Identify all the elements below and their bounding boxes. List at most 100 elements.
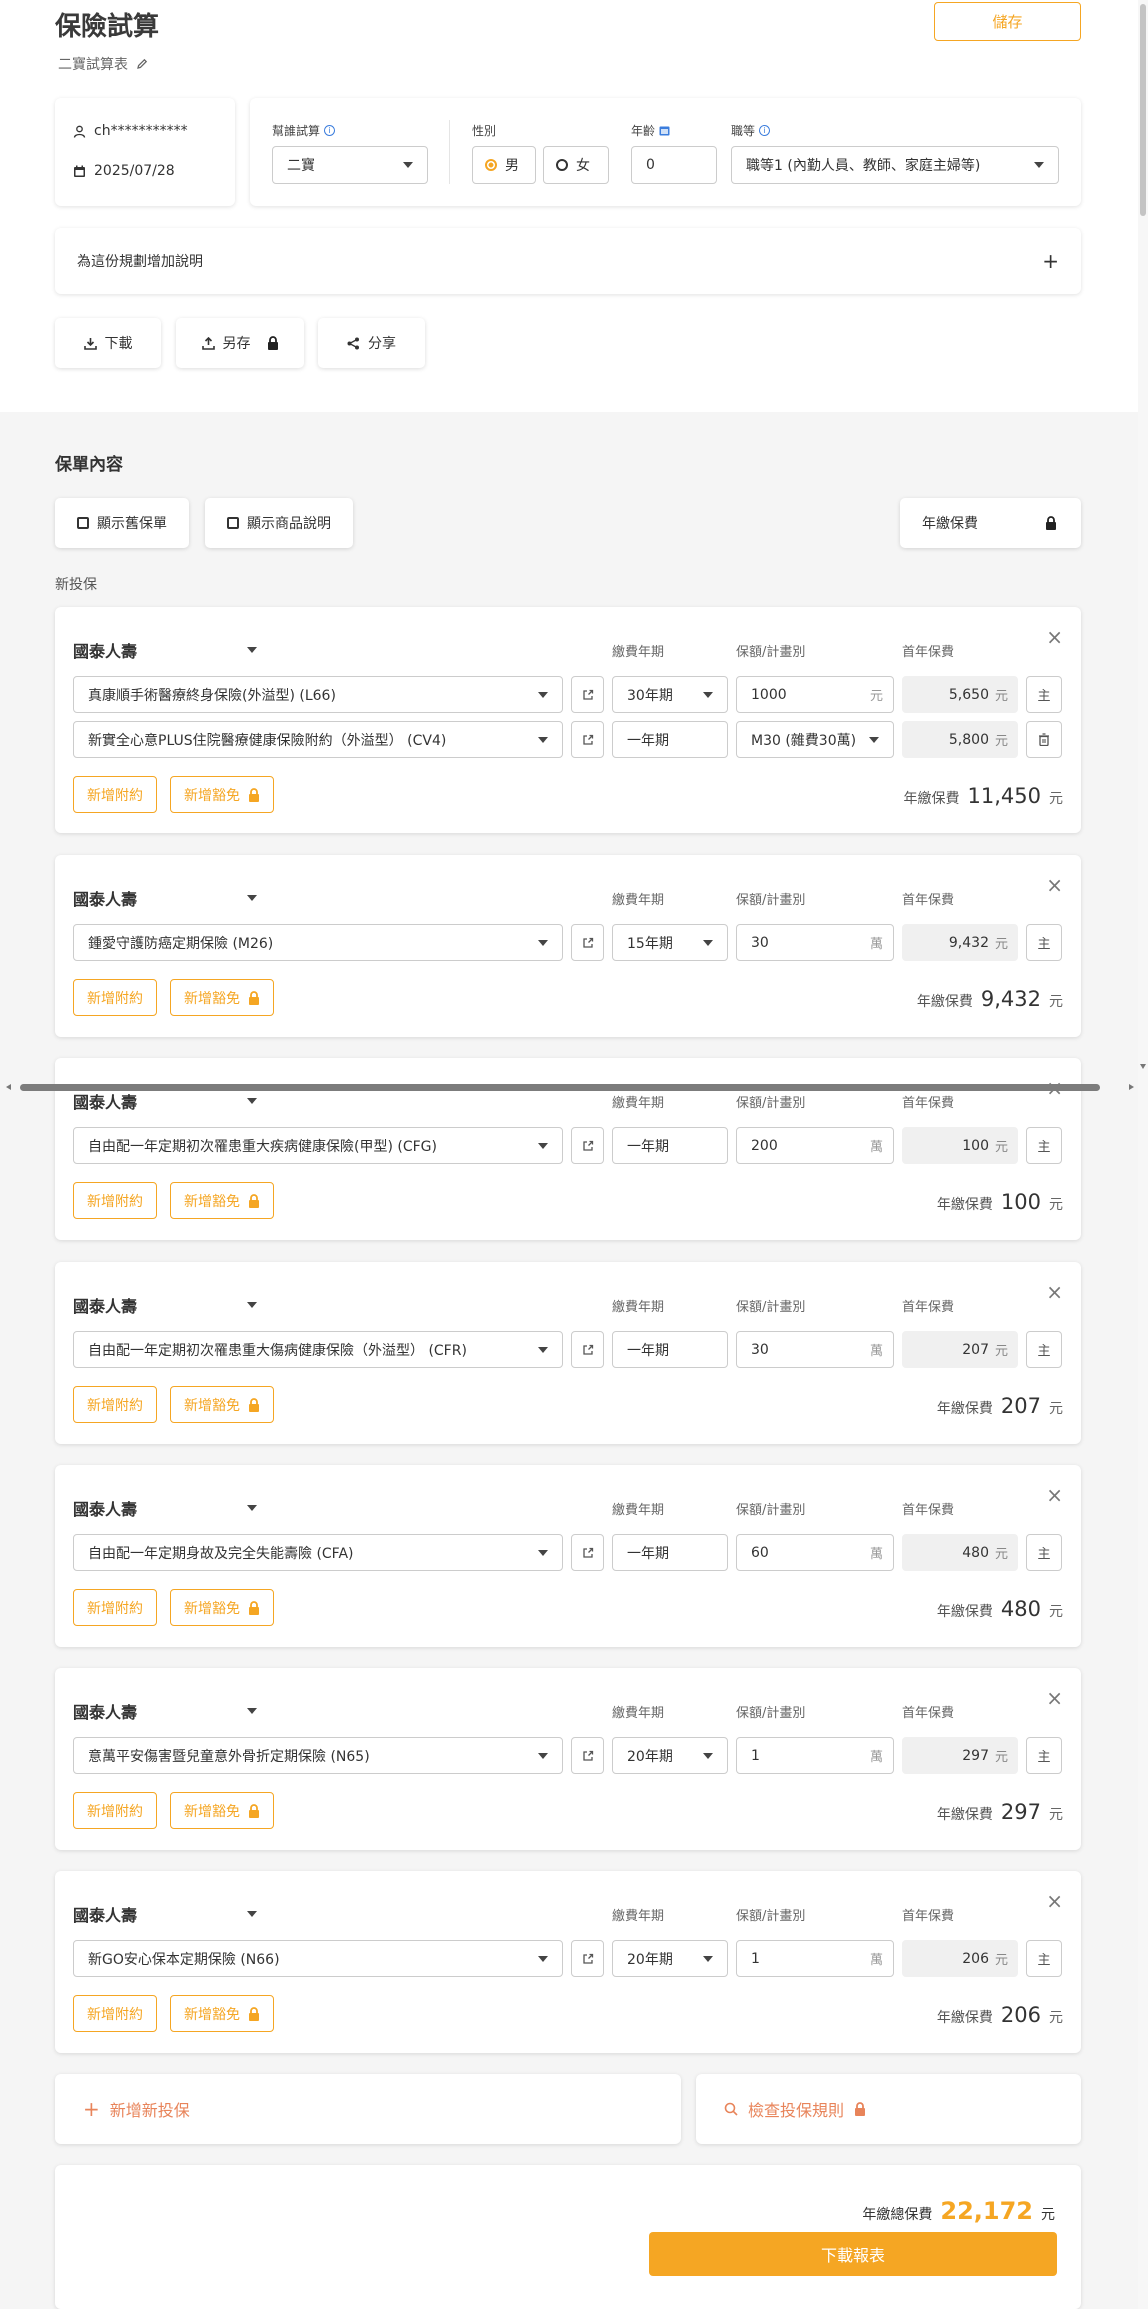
product-select[interactable]: 自由配一年定期身故及完全失能壽險 (CFA) — [73, 1534, 563, 1571]
share-button[interactable]: 分享 — [318, 318, 425, 368]
pencil-icon[interactable] — [136, 58, 148, 70]
annual-total-value: 207 — [1000, 1394, 1041, 1418]
product-select[interactable]: 自由配一年定期初次罹患重大傷病健康保險（外溢型） (CFR) — [73, 1331, 563, 1368]
plus-icon[interactable]: + — [1042, 249, 1059, 273]
amount-value: 60 — [751, 1544, 769, 1561]
add-new-policy-button[interactable]: + 新增新投保 — [55, 2074, 681, 2144]
add-rider-button[interactable]: 新增附約 — [73, 979, 157, 1016]
amount-input[interactable]: 1萬 — [736, 1737, 894, 1774]
term-select[interactable]: 20年期 — [612, 1737, 728, 1774]
download-button[interactable]: 下載 — [55, 318, 161, 368]
company-select[interactable]: 國泰人壽 — [73, 1496, 258, 1520]
add-waiver-button[interactable]: 新增豁免 — [170, 1182, 274, 1219]
external-link-icon[interactable] — [571, 1534, 604, 1571]
card-annual-total: 年繳保費 11,450 元 — [904, 784, 1063, 808]
company-select[interactable]: 國泰人壽 — [73, 638, 258, 662]
horizontal-scrollbar[interactable] — [0, 1082, 1148, 1092]
add-waiver-button[interactable]: 新增豁免 — [170, 1589, 274, 1626]
add-waiver-button[interactable]: 新增豁免 — [170, 979, 274, 1016]
age-label: 年齡 — [631, 122, 670, 139]
close-icon[interactable]: × — [1046, 1688, 1063, 1708]
vertical-scroll-thumb[interactable] — [1140, 4, 1146, 216]
external-link-icon[interactable] — [571, 1940, 604, 1977]
col-amount-header: 保額/計畫別 — [736, 645, 806, 660]
term-select[interactable]: 30年期 — [612, 676, 728, 713]
product-select[interactable]: 真康順手術醫療終身保險(外溢型) (L66) — [73, 676, 563, 713]
info-icon[interactable]: i — [759, 125, 771, 136]
scroll-left-icon[interactable] — [6, 1084, 11, 1090]
close-icon[interactable]: × — [1046, 875, 1063, 895]
save-button[interactable]: 儲存 — [934, 2, 1081, 41]
occupation-select[interactable]: 職等1 (內勤人員、教師、家庭主婦等) — [731, 146, 1059, 184]
amount-input[interactable]: 30 萬 — [736, 924, 894, 961]
company-select[interactable]: 國泰人壽 — [73, 886, 258, 910]
gender-male-radio[interactable]: 男 — [472, 146, 536, 184]
term-select[interactable]: 20年期 — [612, 1940, 728, 1977]
save-as-button[interactable]: 另存 — [176, 318, 304, 368]
external-link-icon[interactable] — [571, 721, 604, 758]
company-select[interactable]: 國泰人壽 — [73, 1293, 258, 1317]
term-value: 一年期 — [627, 1138, 669, 1155]
download-report-button[interactable]: 下載報表 — [649, 2232, 1057, 2276]
sheet-name-label: 二寶試算表 — [58, 57, 128, 73]
chevron-down-icon — [538, 1955, 548, 1962]
amount-input[interactable]: M30 (雜費30萬) — [736, 721, 894, 758]
chevron-down-icon — [538, 1142, 548, 1149]
check-rules-button[interactable]: 檢查投保規則 — [696, 2074, 1081, 2144]
add-rider-button[interactable]: 新增附約 — [73, 1589, 157, 1626]
add-waiver-button[interactable]: 新增豁免 — [170, 1386, 274, 1423]
product-select[interactable]: 新實全心意PLUS住院醫療健康保險附約（外溢型） (CV4) — [73, 721, 563, 758]
add-rider-button[interactable]: 新增附約 — [73, 1792, 157, 1829]
helper-select[interactable]: 二寶 — [272, 146, 428, 184]
close-icon[interactable]: × — [1046, 1282, 1063, 1302]
company-select[interactable]: 國泰人壽 — [73, 1902, 258, 1926]
add-rider-button[interactable]: 新增附約 — [73, 1386, 157, 1423]
product-select[interactable]: 自由配一年定期初次罹患重大疾病健康保險(甲型) (CFG) — [73, 1127, 563, 1164]
add-note-bar[interactable]: 為這份規劃增加說明 + — [55, 228, 1081, 294]
external-link-icon[interactable] — [571, 1331, 604, 1368]
external-link-icon[interactable] — [571, 1737, 604, 1774]
amount-input[interactable]: 60 萬 — [736, 1534, 894, 1571]
horizontal-scroll-thumb[interactable] — [20, 1084, 1100, 1091]
product-select[interactable]: 意萬平安傷害暨兒童意外骨折定期保險 (N65) — [73, 1737, 563, 1774]
amount-unit: 萬 — [869, 1750, 883, 1765]
show-old-policy-toggle[interactable]: 顯示舊保單 — [55, 498, 189, 548]
annual-mode-button[interactable]: 年繳保費 — [900, 498, 1081, 548]
add-rider-button[interactable]: 新增附約 — [73, 1182, 157, 1219]
amount-input[interactable]: 1萬 — [736, 1940, 894, 1977]
close-icon[interactable]: × — [1046, 627, 1063, 647]
amount-input[interactable]: 30 萬 — [736, 1331, 894, 1368]
add-waiver-button[interactable]: 新增豁免 — [170, 1792, 274, 1829]
external-link-icon[interactable] — [571, 1127, 604, 1164]
premium-unit: 元 — [994, 689, 1008, 704]
company-select[interactable]: 國泰人壽 — [73, 1089, 258, 1113]
add-waiver-label: 新增豁免 — [184, 1803, 240, 1820]
add-rider-button[interactable]: 新增附約 — [73, 776, 157, 813]
scroll-right-icon[interactable] — [1129, 1084, 1134, 1090]
show-product-desc-toggle[interactable]: 顯示商品說明 — [205, 498, 353, 548]
external-link-icon[interactable] — [571, 676, 604, 713]
product-select[interactable]: 新GO安心保本定期保險 (N66) — [73, 1940, 563, 1977]
close-icon[interactable]: × — [1046, 1485, 1063, 1505]
term-select[interactable]: 15年期 — [612, 924, 728, 961]
amount-input[interactable]: 200 萬 — [736, 1127, 894, 1164]
product-select[interactable]: 鍾愛守護防癌定期保險 (M26) — [73, 924, 563, 961]
add-rider-button[interactable]: 新增附約 — [73, 1995, 157, 2032]
external-link-icon[interactable] — [571, 924, 604, 961]
add-waiver-button[interactable]: 新增豁免 — [170, 776, 274, 813]
age-input[interactable]: 0 — [631, 146, 717, 184]
add-waiver-button[interactable]: 新增豁免 — [170, 1995, 274, 2032]
lock-icon — [267, 336, 279, 350]
term-value: 一年期 — [627, 1545, 669, 1562]
user-account-row: ch*********** — [73, 120, 217, 142]
scroll-arrow-icon[interactable] — [1140, 1064, 1146, 1069]
chevron-down-icon — [869, 736, 879, 743]
company-select[interactable]: 國泰人壽 — [73, 1699, 258, 1723]
vertical-scrollbar[interactable] — [1138, 0, 1148, 2309]
info-icon[interactable]: i — [324, 125, 336, 136]
annual-total-unit: 元 — [1049, 791, 1063, 807]
trash-icon[interactable] — [1026, 721, 1062, 758]
gender-female-radio[interactable]: 女 — [543, 146, 609, 184]
close-icon[interactable]: × — [1046, 1891, 1063, 1911]
amount-input[interactable]: 1000 元 — [736, 676, 894, 713]
